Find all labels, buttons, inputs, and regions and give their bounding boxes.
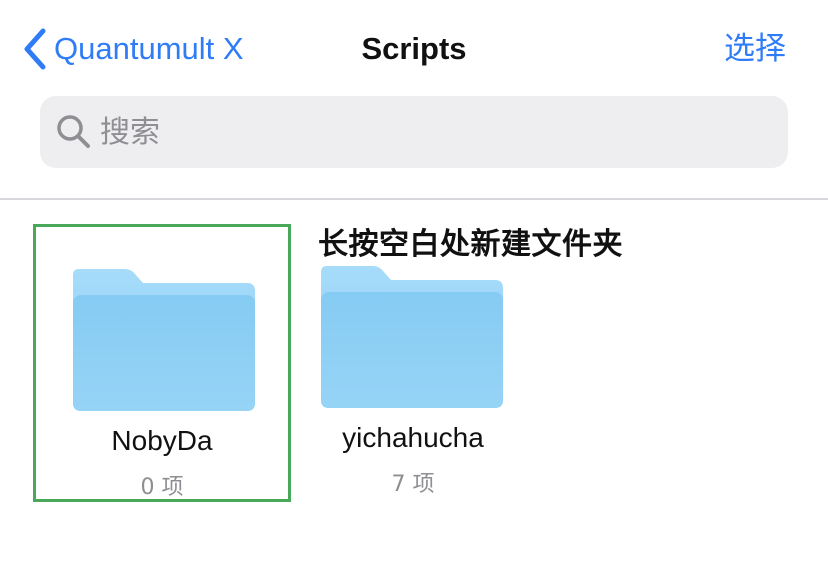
folder-icon [73,269,255,411]
search-icon [57,115,90,148]
folder-item-nobyda[interactable]: NobyDa 0 项 [33,224,291,502]
divider [0,198,828,200]
folder-item-yichahucha[interactable]: yichahucha 7 项 [284,224,542,502]
folder-item-count: 7 项 [391,472,435,497]
folder-item-count: 0 项 [140,475,184,500]
folder-icon [321,266,503,408]
folder-name: NobyDa [111,425,213,456]
search-input[interactable] [100,114,760,150]
page-title: Scripts [361,31,467,66]
search-bar[interactable] [40,96,788,168]
select-button[interactable]: 选择 [724,26,786,72]
navigation-bar: Quantumult X Scripts 选择 [0,0,828,96]
folder-name: yichahucha [342,422,484,453]
